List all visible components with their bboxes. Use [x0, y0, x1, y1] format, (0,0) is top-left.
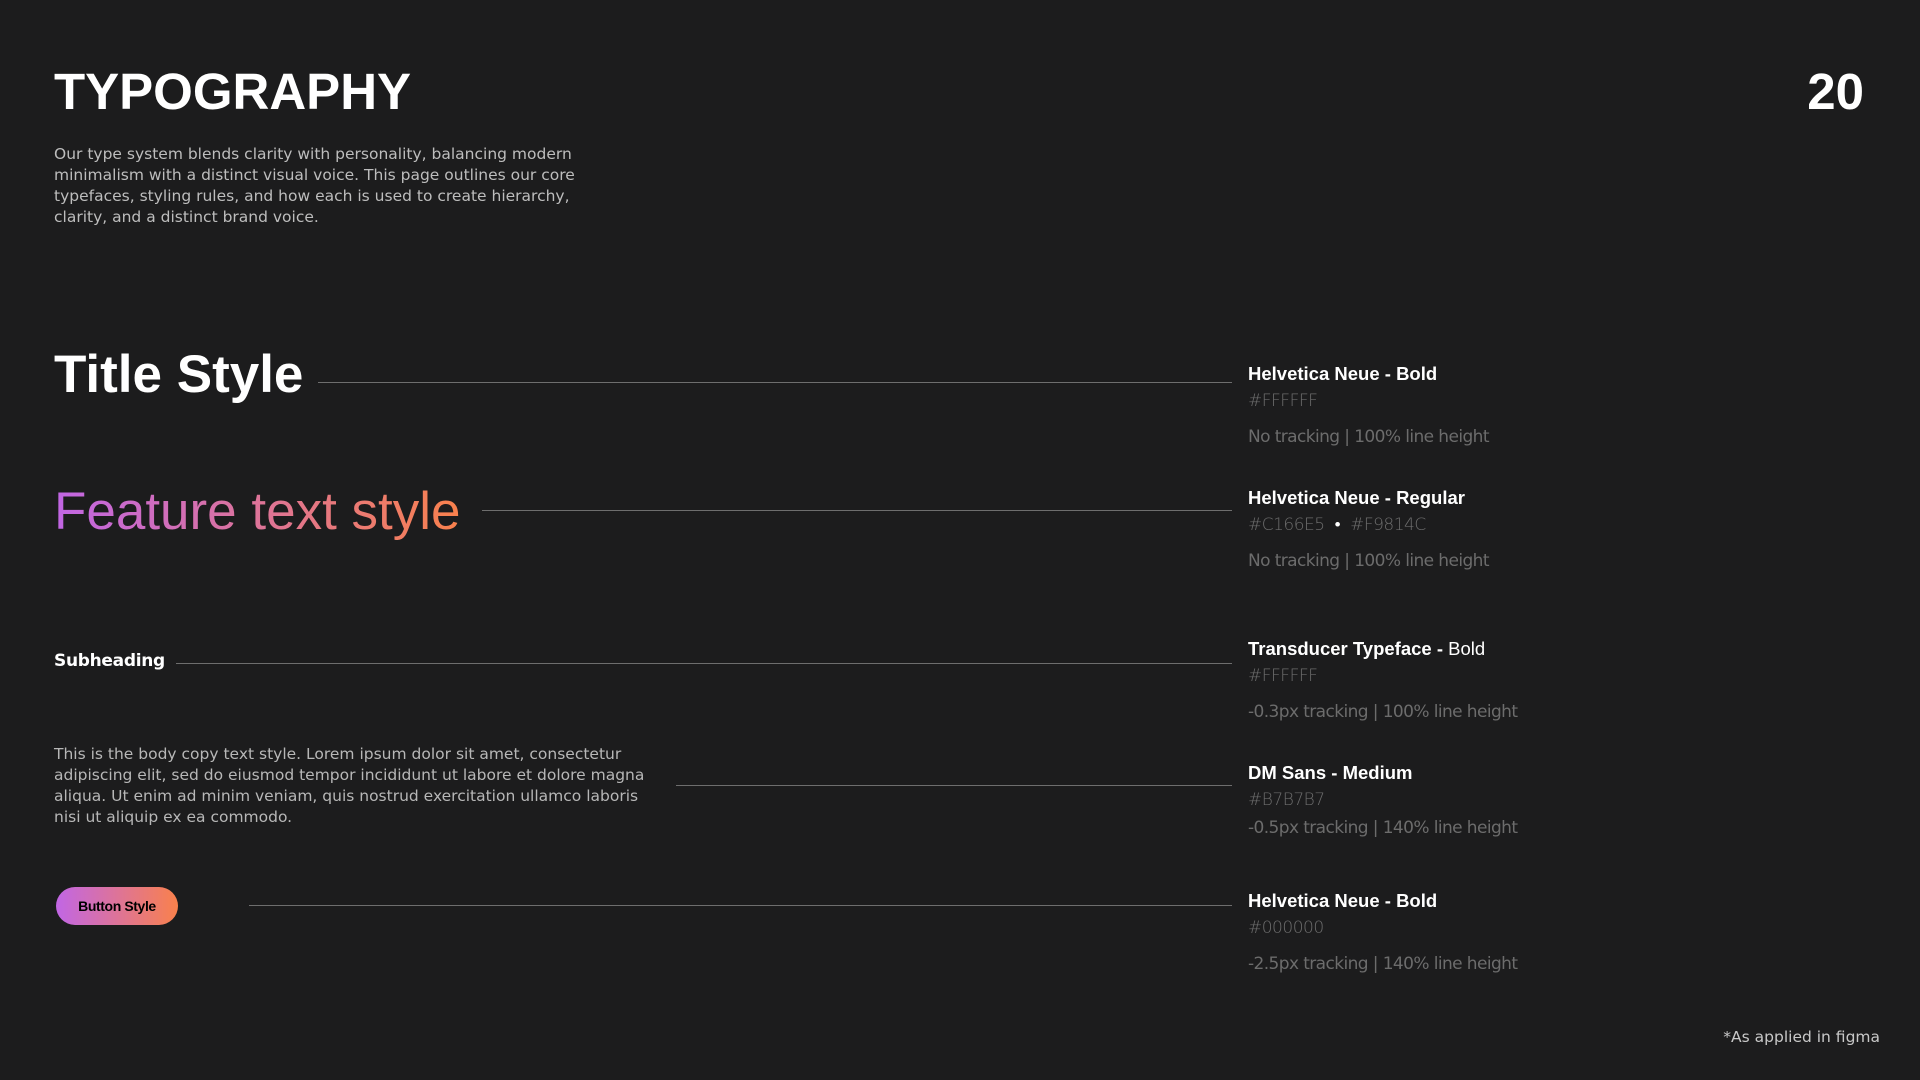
body-copy-sample: This is the body copy text style. Lorem … — [54, 745, 645, 826]
title-style-spec: Helvetica Neue - Bold #FFFFFF No trackin… — [1248, 362, 1489, 449]
button-style-sample[interactable]: Button Style — [56, 887, 178, 925]
feature-color-b: #F9814C — [1350, 515, 1426, 535]
page-number: 20 — [1807, 63, 1864, 120]
color-separator-dot: • — [1334, 515, 1341, 535]
button-style-font: Helvetica Neue - Bold — [1248, 890, 1438, 911]
button-style-rule — [249, 905, 1232, 906]
title-style-meta: No tracking | 100% line height — [1248, 427, 1489, 447]
title-style-font: Helvetica Neue - Bold — [1248, 363, 1438, 384]
subheading-font-family: Transducer Typeface - — [1248, 638, 1449, 659]
body-copy-spec: DM Sans - Medium #B7B7B7 -0.5px tracking… — [1248, 761, 1518, 840]
body-copy-color: #B7B7B7 — [1248, 790, 1325, 810]
body-copy-meta: -0.5px tracking | 140% line height — [1248, 818, 1518, 838]
subheading-font: Transducer Typeface - Bold — [1248, 637, 1517, 661]
button-style-spec: Helvetica Neue - Bold #000000 -2.5px tra… — [1248, 889, 1518, 976]
subheading-font-weight: Bold — [1448, 638, 1486, 659]
body-copy-font: DM Sans - Medium — [1248, 762, 1413, 783]
button-style-meta: -2.5px tracking | 140% line height — [1248, 954, 1518, 974]
subheading-meta: -0.3px tracking | 100% line height — [1248, 702, 1518, 722]
subheading-rule — [176, 663, 1232, 664]
intro-paragraph: Our type system blends clarity with pers… — [54, 145, 575, 226]
button-style-color: #000000 — [1248, 918, 1324, 938]
subheading-sample: Subheading — [54, 651, 165, 671]
body-copy-rule — [676, 785, 1232, 786]
feature-text-rule — [482, 510, 1232, 511]
title-style-color: #FFFFFF — [1248, 391, 1318, 411]
footnote: *As applied in figma — [1723, 1028, 1880, 1046]
subheading-spec: Transducer Typeface - Bold #FFFFFF -0.3p… — [1248, 637, 1518, 724]
feature-text-sample: Feature text style — [54, 482, 461, 541]
feature-text-colors: #C166E5 • #F9814C — [1248, 513, 1489, 537]
feature-text-font: Helvetica Neue - Regular — [1248, 487, 1465, 508]
feature-text-spec: Helvetica Neue - Regular #C166E5 • #F9814C… — [1248, 486, 1489, 573]
page-title: TYPOGRAPHY — [54, 63, 412, 120]
feature-color-a: #C166E5 — [1248, 515, 1325, 535]
title-style-rule — [318, 382, 1232, 383]
title-style-sample: Title Style — [54, 345, 304, 404]
feature-text-meta: No tracking | 100% line height — [1248, 551, 1489, 571]
subheading-color: #FFFFFF — [1248, 666, 1318, 686]
